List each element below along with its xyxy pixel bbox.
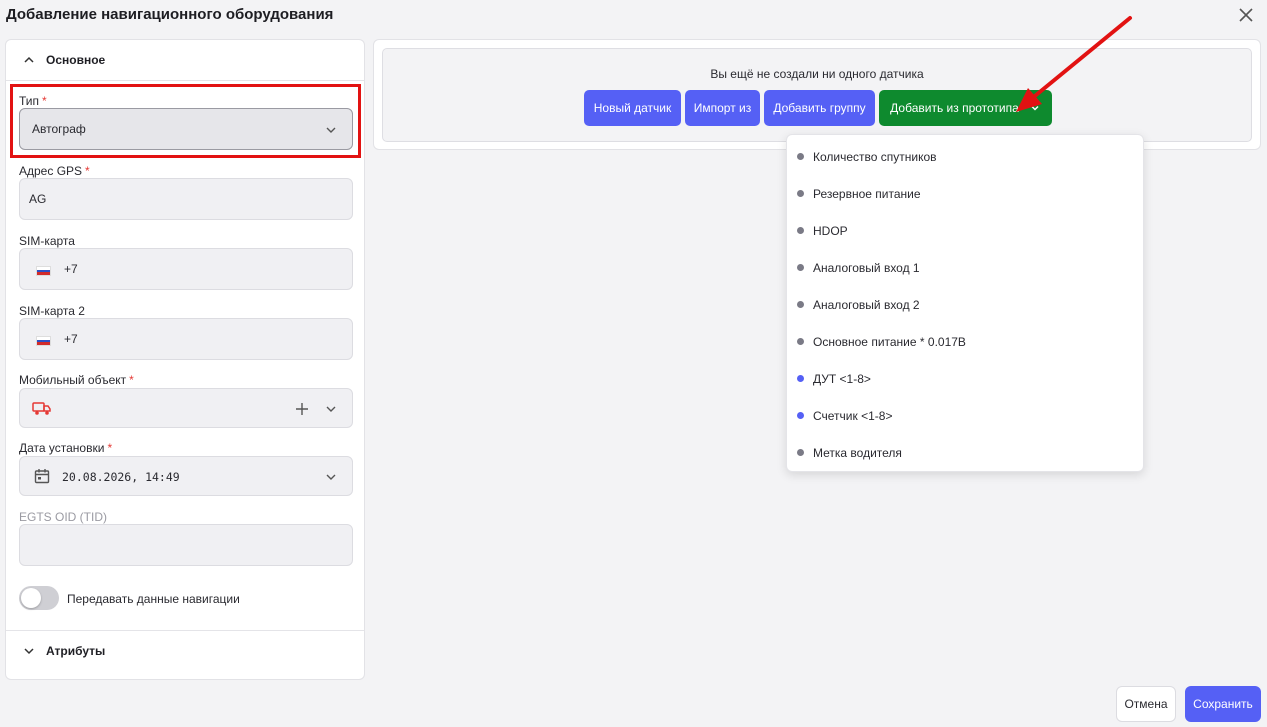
main-form-panel: Основное Тип * Автограф Адрес GPS * AG SIM… xyxy=(5,39,365,680)
prototype-dropdown-menu: Количество спутников Резервное питание H… xyxy=(786,134,1144,472)
type-value: Автограф xyxy=(32,122,86,136)
dot-icon xyxy=(797,449,804,456)
import-button[interactable]: Импорт из xyxy=(685,90,760,126)
dot-icon xyxy=(797,264,804,271)
sim1-input[interactable]: +7 xyxy=(19,248,353,290)
ru-flag-icon[interactable] xyxy=(36,336,51,346)
dot-icon xyxy=(797,375,804,382)
dot-icon xyxy=(797,412,804,419)
sim1-value: +7 xyxy=(64,262,78,276)
save-button[interactable]: Сохранить xyxy=(1185,686,1261,722)
dot-icon xyxy=(797,338,804,345)
sensors-empty-state: Вы ещё не создали ни одного датчика Новы… xyxy=(382,48,1252,142)
gps-address-input[interactable]: AG xyxy=(19,178,353,220)
add-group-button[interactable]: Добавить группу xyxy=(764,90,875,126)
install-date-value: 20.08.2026, 14:49 xyxy=(62,470,180,484)
section-attributes-toggle[interactable]: Атрибуты xyxy=(6,631,364,671)
install-date-label: Дата установки * xyxy=(19,441,113,455)
dot-icon xyxy=(797,190,804,197)
dialog-title: Добавление навигационного оборудования xyxy=(6,6,334,23)
add-from-prototype-button[interactable]: Добавить из прототипа xyxy=(879,90,1052,126)
type-label: Тип * xyxy=(19,94,47,108)
dot-icon xyxy=(797,301,804,308)
egts-input[interactable] xyxy=(19,524,353,566)
chevron-down-icon[interactable] xyxy=(324,402,338,416)
chevron-up-icon xyxy=(24,56,34,63)
dot-icon xyxy=(797,153,804,160)
dot-icon xyxy=(797,227,804,234)
menu-item[interactable]: Аналоговый вход 1 xyxy=(787,249,1143,286)
menu-item[interactable]: Аналоговый вход 2 xyxy=(787,286,1143,323)
cancel-button[interactable]: Отмена xyxy=(1116,686,1176,722)
gps-value: AG xyxy=(29,192,47,206)
egts-label: EGTS OID (TID) xyxy=(19,510,107,524)
menu-item[interactable]: Основное питание * 0.017В xyxy=(787,323,1143,360)
menu-item[interactable]: ДУТ <1-8> xyxy=(787,360,1143,397)
add-icon[interactable] xyxy=(295,402,309,416)
calendar-icon xyxy=(34,469,50,484)
menu-item[interactable]: Счетчик <1-8> xyxy=(787,397,1143,434)
chevron-down-icon xyxy=(1031,105,1039,111)
new-sensor-button[interactable]: Новый датчик xyxy=(584,90,681,126)
divider xyxy=(6,80,364,81)
sim2-input[interactable]: +7 xyxy=(19,318,353,360)
menu-item[interactable]: HDOP xyxy=(787,212,1143,249)
chevron-down-icon xyxy=(326,474,336,480)
empty-state-text: Вы ещё не создали ни одного датчика xyxy=(710,67,924,81)
menu-item[interactable]: Количество спутников xyxy=(787,138,1143,175)
mobile-object-select[interactable] xyxy=(19,388,353,428)
gps-label: Адрес GPS * xyxy=(19,164,90,178)
sim2-value: +7 xyxy=(64,332,78,346)
chevron-down-icon xyxy=(326,127,336,133)
add-from-prototype-label: Добавить из прототипа xyxy=(890,101,1019,115)
nav-data-toggle[interactable] xyxy=(19,586,59,610)
menu-item[interactable]: Метка водителя xyxy=(787,434,1143,471)
install-date-picker[interactable]: 20.08.2026, 14:49 xyxy=(19,456,353,496)
mobile-object-label: Мобильный объект * xyxy=(19,373,134,387)
vehicle-icon xyxy=(32,402,51,415)
section-main-label: Основное xyxy=(46,53,106,67)
chevron-down-icon xyxy=(24,648,34,655)
type-select[interactable]: Автограф xyxy=(19,108,353,150)
section-main-toggle[interactable]: Основное xyxy=(6,40,364,80)
close-icon[interactable] xyxy=(1236,5,1256,25)
ru-flag-icon[interactable] xyxy=(36,266,51,276)
section-attributes-label: Атрибуты xyxy=(46,644,106,658)
sim1-label: SIM-карта xyxy=(19,234,75,248)
toggle-knob xyxy=(21,588,41,608)
menu-item[interactable]: Резервное питание xyxy=(787,175,1143,212)
nav-data-toggle-label: Передавать данные навигации xyxy=(67,592,240,606)
sim2-label: SIM-карта 2 xyxy=(19,304,85,318)
